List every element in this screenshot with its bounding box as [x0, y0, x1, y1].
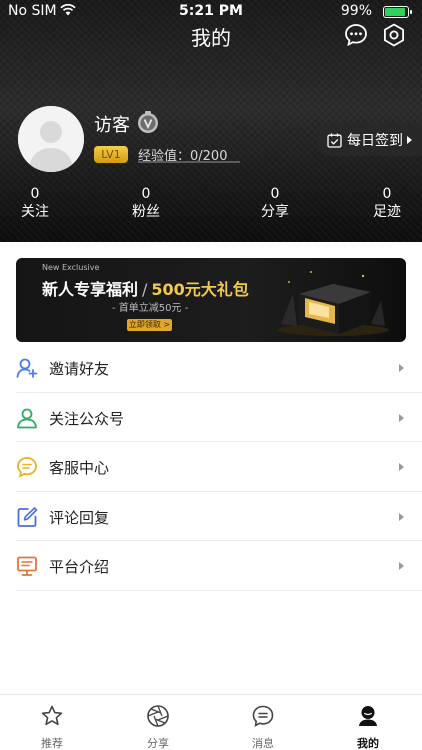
tab-label: 消息	[252, 737, 274, 750]
menu-item-label: 平台介绍	[49, 558, 110, 576]
banner-title-separator: /	[142, 280, 148, 299]
stat-following[interactable]: 0 关注	[0, 186, 70, 221]
stat-label: 足迹	[373, 204, 401, 220]
tab-share[interactable]: 分享	[118, 695, 198, 750]
tab-label: 推荐	[41, 737, 63, 750]
banner-tag: New Exclusive	[42, 263, 100, 272]
banner-title: 新人专享福利/500元大礼包	[42, 276, 249, 300]
stat-label: 粉丝	[132, 204, 160, 220]
stats-row: 0 关注 0 粉丝 0 分享 0 足迹	[0, 186, 422, 226]
customer-service-icon	[17, 457, 37, 478]
stat-label: 关注	[21, 204, 49, 220]
default-avatar-icon	[18, 106, 84, 172]
chevron-right-icon	[399, 562, 404, 570]
tab-recommend[interactable]: 推荐	[12, 695, 92, 750]
username: 访客	[94, 115, 130, 136]
battery-icon	[383, 6, 412, 18]
menu-item-comment-reply[interactable]: 评论回复	[16, 492, 422, 541]
menu-item-label: 客服中心	[49, 459, 110, 477]
chevron-right-icon	[399, 413, 404, 422]
chevron-right-icon	[399, 364, 404, 372]
level-badge: LV1	[94, 146, 128, 163]
banner-title-right: 500元大礼包	[151, 280, 249, 299]
invite-friend-icon	[16, 358, 38, 378]
menu-item-label: 关注公众号	[49, 409, 125, 428]
status-bar: No SIM 5:21 PM 99%	[0, 0, 422, 24]
menu-item-follow-account[interactable]: 关注公众号	[16, 393, 422, 442]
profile-header: No SIM 5:21 PM 99% 我的 访客 LV1 经验值：0/200 每…	[0, 0, 422, 242]
daily-checkin-button[interactable]: 每日签到	[317, 124, 422, 156]
star-icon	[41, 705, 63, 726]
banner-title-left: 新人专享福利	[42, 280, 139, 299]
platform-intro-icon	[17, 556, 37, 576]
checkin-label: 每日签到	[347, 133, 403, 149]
profile-icon	[359, 706, 377, 726]
new-user-promo-banner[interactable]: New Exclusive 新人专享福利/500元大礼包 - 首单立减50元 -…	[16, 258, 406, 342]
stat-value: 0	[382, 186, 392, 202]
stat-value: 0	[141, 186, 151, 202]
chevron-right-icon	[399, 463, 404, 471]
tab-mine[interactable]: 我的	[328, 695, 408, 750]
tab-bar: 推荐 分享 消息 我的	[0, 694, 422, 750]
banner-subtitle: - 首单立减50元 -	[112, 303, 189, 314]
comment-reply-icon	[17, 506, 38, 527]
stat-value: 0	[30, 186, 40, 202]
vip-medal-icon	[138, 111, 158, 133]
chat-icon[interactable]	[343, 22, 369, 48]
message-icon	[252, 705, 274, 727]
menu-item-label: 评论回复	[49, 508, 110, 527]
stat-shares[interactable]: 0 分享	[240, 186, 310, 221]
stat-value: 0	[270, 186, 280, 202]
menu-item-label: 邀请好友	[49, 360, 110, 378]
menu-item-platform-intro[interactable]: 平台介绍	[16, 541, 422, 591]
follow-account-icon	[17, 408, 37, 428]
exp-progress-bar	[138, 161, 240, 163]
avatar[interactable]	[18, 106, 84, 172]
chevron-right-icon	[399, 512, 404, 521]
tab-messages[interactable]: 消息	[223, 695, 303, 750]
tab-label: 分享	[147, 737, 169, 750]
battery-percent: 99%	[340, 3, 372, 19]
stat-footprints[interactable]: 0 足迹	[352, 186, 422, 221]
stat-followers[interactable]: 0 粉丝	[111, 186, 181, 221]
calendar-check-icon	[327, 133, 342, 148]
gift-box-icon	[277, 271, 389, 336]
aperture-icon	[147, 705, 169, 727]
chevron-right-icon	[407, 136, 412, 144]
stat-label: 分享	[261, 204, 289, 220]
menu-item-customer-service[interactable]: 客服中心	[16, 442, 422, 492]
tab-label: 我的	[357, 737, 379, 750]
claim-now-button[interactable]: 立即领取 >	[127, 319, 172, 331]
menu-item-invite-friends[interactable]: 邀请好友	[16, 343, 422, 393]
menu-list: 邀请好友 关注公众号 客服中心 评论回复 平台介绍	[0, 343, 422, 591]
settings-icon[interactable]	[381, 22, 407, 48]
